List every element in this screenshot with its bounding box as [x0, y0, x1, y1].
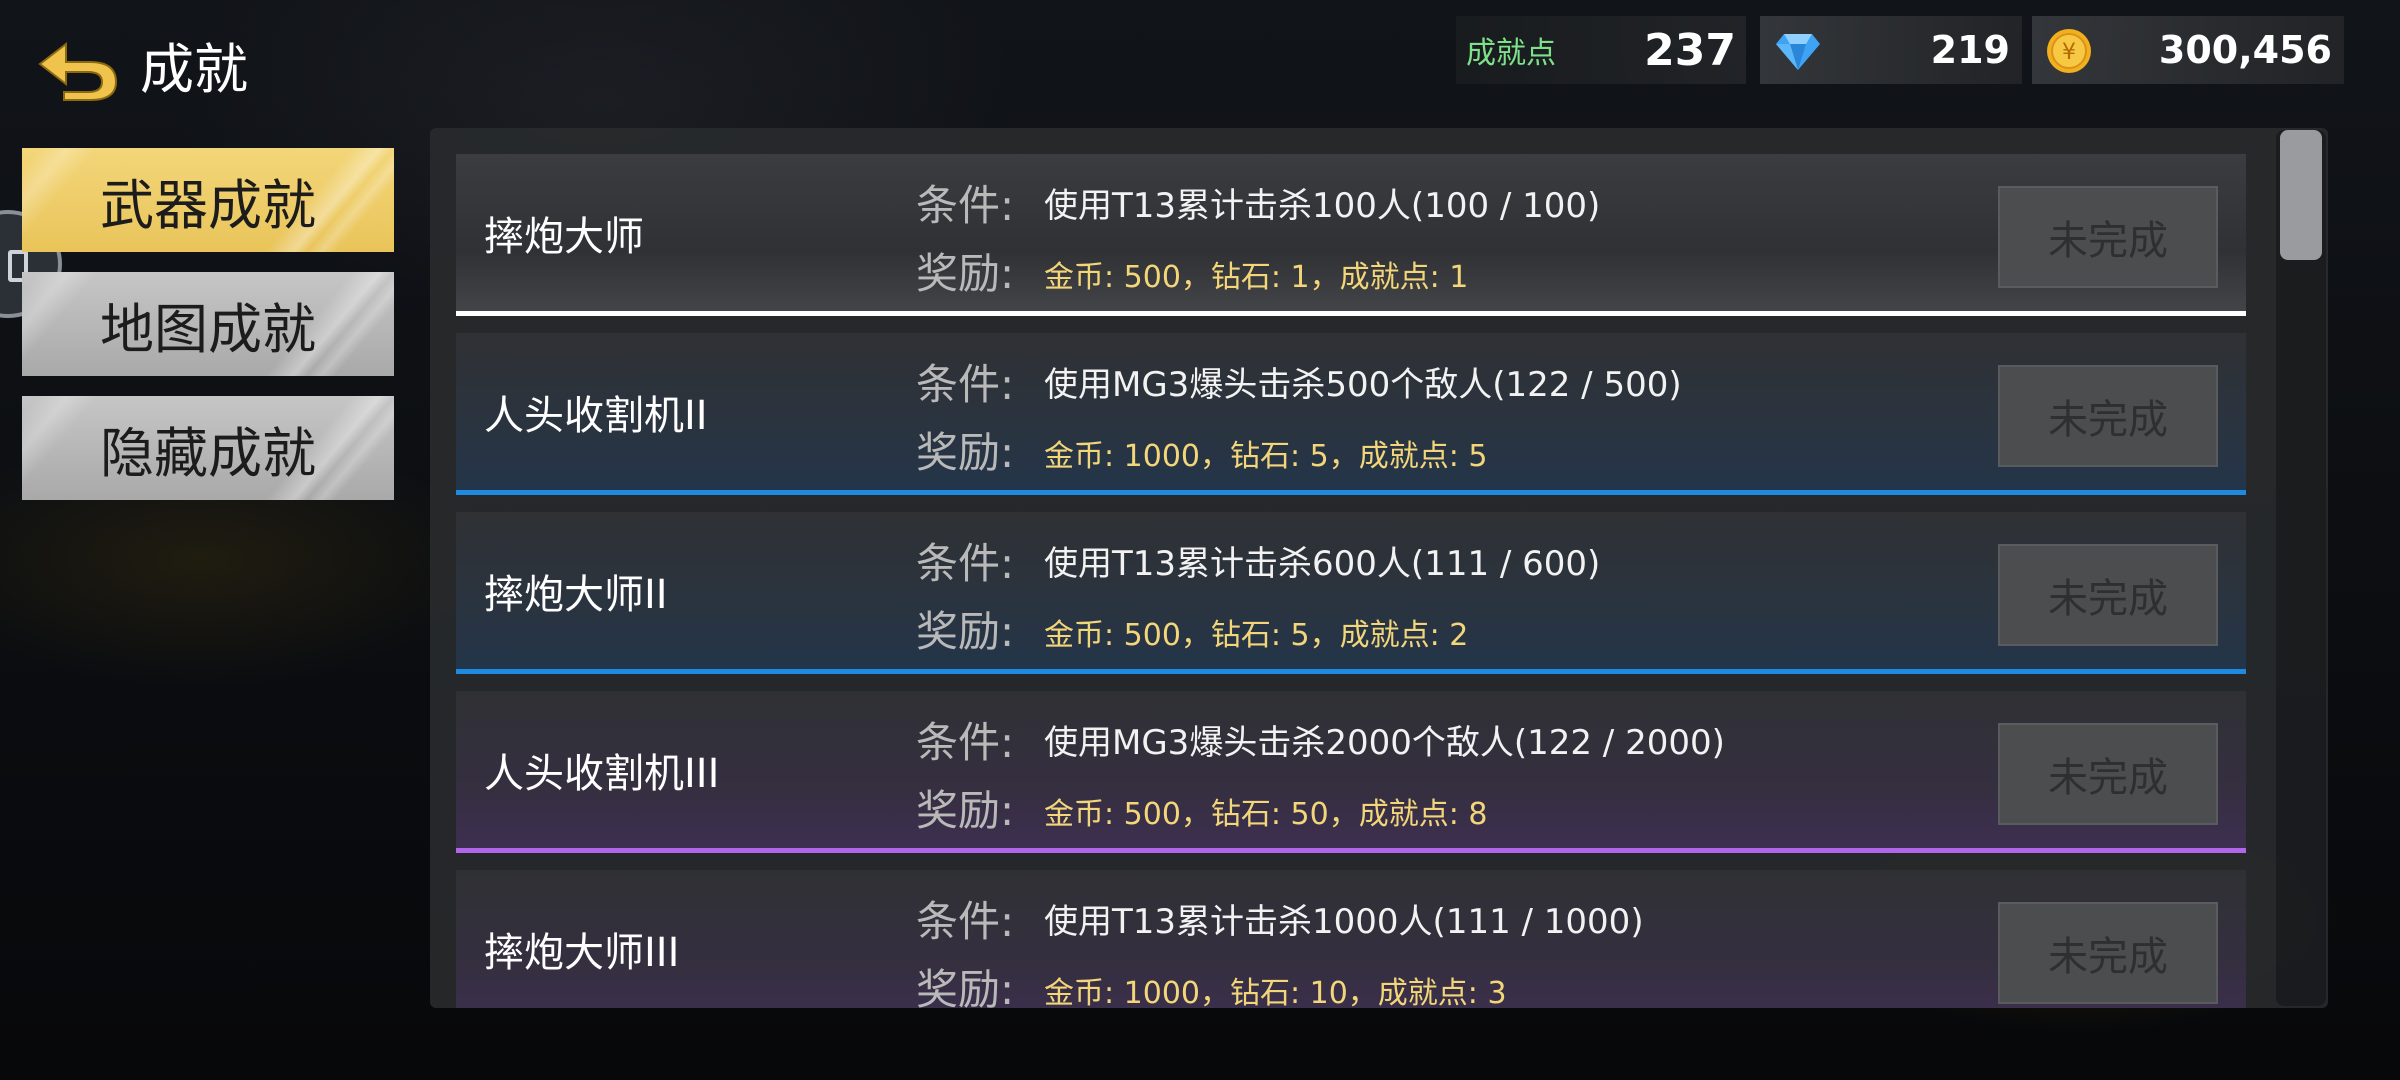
reward-text: 金币: 1000，钻石: 5，成就点: 5: [1044, 439, 1488, 474]
tab-label: 隐藏成就: [100, 421, 316, 485]
tier-line: [456, 311, 2246, 316]
reward-label: 奖励:: [916, 607, 1015, 656]
achievement-name: 摔炮大师: [484, 214, 644, 260]
gold-coin-icon: ¥: [2047, 29, 2091, 73]
reward-text: 金币: 1000，钻石: 10，成就点: 3: [1044, 976, 1507, 1008]
achievement-points-value: 237: [1644, 24, 1736, 76]
claim-button[interactable]: 未完成: [1998, 723, 2218, 825]
tab-hidden-achievements[interactable]: 隐藏成就: [22, 396, 394, 500]
diamond-icon: [1776, 34, 1820, 70]
condition-text: 使用T13累计击杀100人(100 / 100): [1044, 186, 1601, 226]
achievement-name: 人头收割机II: [484, 393, 708, 439]
achievement-points-counter: 成就点 237: [1456, 16, 1746, 84]
coin-symbol: ¥: [2062, 40, 2076, 65]
gold-value: 300,456: [2158, 28, 2332, 72]
condition-text: 使用T13累计击杀1000人(111 / 1000): [1044, 902, 1644, 942]
condition-label: 条件:: [916, 360, 1015, 409]
achievement-row: 人头收割机II 条件: 使用MG3爆头击杀500个敌人(122 / 500) 奖…: [456, 333, 2246, 495]
claim-button[interactable]: 未完成: [1998, 902, 2218, 1004]
achievement-name: 摔炮大师II: [484, 572, 668, 618]
page-title: 成就: [140, 38, 248, 101]
diamond-value: 219: [1930, 28, 2010, 72]
reward-text: 金币: 500，钻石: 1，成就点: 1: [1044, 260, 1469, 295]
achievement-row: 摔炮大师II 条件: 使用T13累计击杀600人(111 / 600) 奖励: …: [456, 512, 2246, 674]
condition-label: 条件:: [916, 897, 1015, 946]
reward-text: 金币: 500，钻石: 5，成就点: 2: [1044, 618, 1469, 653]
claim-button[interactable]: 未完成: [1998, 365, 2218, 467]
back-arrow-icon: [38, 41, 118, 101]
reward-label: 奖励:: [916, 786, 1015, 835]
reward-label: 奖励:: [916, 249, 1015, 298]
tier-line: [456, 848, 2246, 853]
back-button[interactable]: [36, 38, 120, 102]
claim-button[interactable]: 未完成: [1998, 544, 2218, 646]
achievement-name: 摔炮大师III: [484, 930, 680, 976]
condition-label: 条件:: [916, 718, 1015, 767]
condition-label: 条件:: [916, 539, 1015, 588]
condition-text: 使用MG3爆头击杀500个敌人(122 / 500): [1044, 365, 1682, 405]
condition-text: 使用T13累计击杀600人(111 / 600): [1044, 544, 1601, 584]
tab-map-achievements[interactable]: 地图成就: [22, 272, 394, 376]
achievement-row: 摔炮大师III 条件: 使用T13累计击杀1000人(111 / 1000) 奖…: [456, 870, 2246, 1008]
diamond-counter[interactable]: 219: [1760, 16, 2022, 84]
achievement-list-panel[interactable]: 摔炮大师 条件: 使用T13累计击杀100人(100 / 100) 奖励: 金币…: [430, 128, 2328, 1008]
reward-label: 奖励:: [916, 965, 1015, 1008]
achievements-screen: { "header": { "title": "成就", "back_icon"…: [0, 0, 2400, 1080]
achievement-points-label: 成就点: [1466, 36, 1556, 71]
claim-button[interactable]: 未完成: [1998, 186, 2218, 288]
tab-weapon-achievements[interactable]: 武器成就: [22, 148, 394, 252]
gold-counter[interactable]: ¥ 300,456: [2032, 16, 2344, 84]
condition-text: 使用MG3爆头击杀2000个敌人(122 / 2000): [1044, 723, 1725, 763]
tier-line: [456, 490, 2246, 495]
tab-label: 武器成就: [100, 173, 316, 237]
achievement-name: 人头收割机III: [484, 751, 720, 797]
scrollbar-thumb[interactable]: [2280, 130, 2322, 260]
tab-label: 地图成就: [100, 297, 316, 361]
reward-label: 奖励:: [916, 428, 1015, 477]
reward-text: 金币: 500，钻石: 50，成就点: 8: [1044, 797, 1488, 832]
achievement-row: 摔炮大师 条件: 使用T13累计击杀100人(100 / 100) 奖励: 金币…: [456, 154, 2246, 316]
list-scrollbar[interactable]: [2276, 130, 2326, 1006]
condition-label: 条件:: [916, 181, 1015, 230]
achievement-row: 人头收割机III 条件: 使用MG3爆头击杀2000个敌人(122 / 2000…: [456, 691, 2246, 853]
tier-line: [456, 669, 2246, 674]
